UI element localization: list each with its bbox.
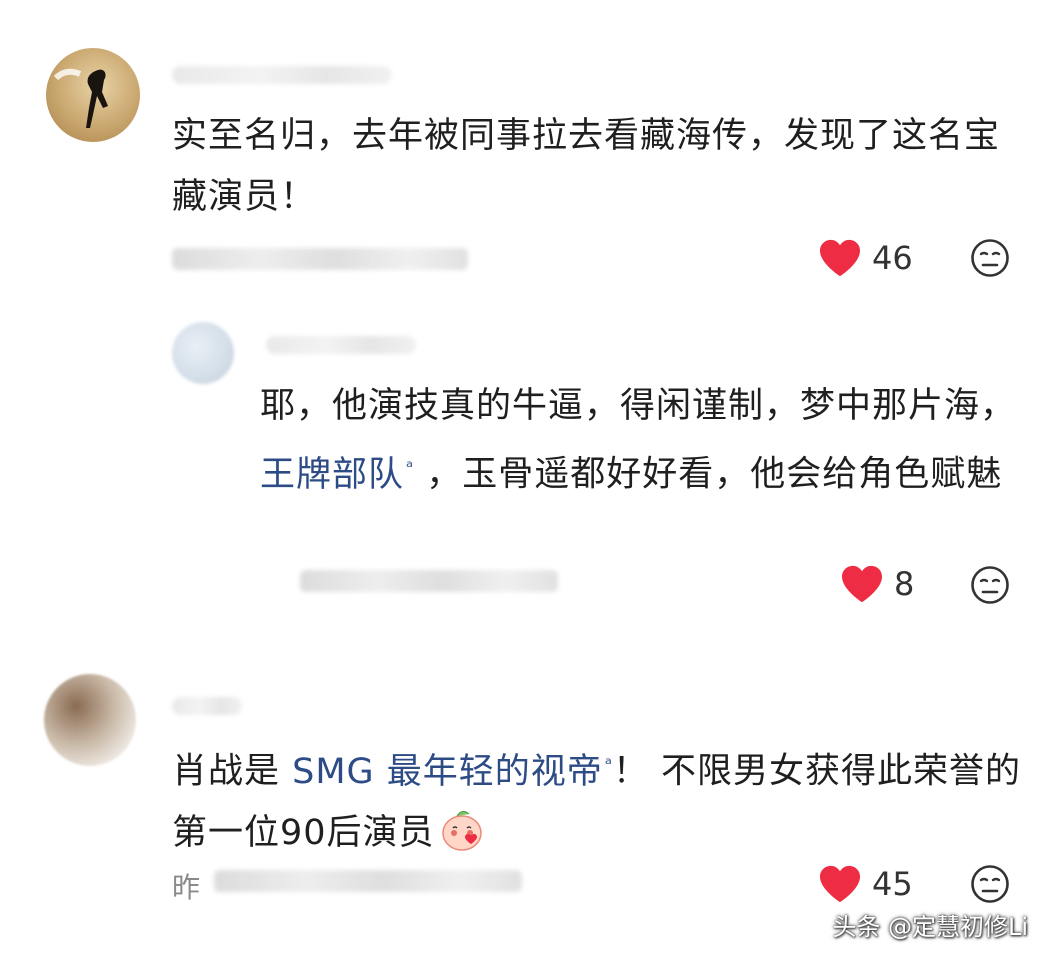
reply-text: 耶，他演技真的牛逼，得闲谨制，梦中那片海， 王牌部队 ᵃ ，玉骨遥都好好看，他会给…	[260, 376, 1030, 506]
neutral-face-icon[interactable]	[970, 238, 1010, 278]
reply-text-after: ，玉骨遥都好好看，他会给角色赋魅	[426, 454, 1003, 495]
comment-text: 实至名归，去年被同事拉去看藏海传，发现了这名宝藏演员！	[172, 116, 1001, 217]
heart-icon	[842, 565, 882, 603]
reply-text-before: 耶，他演技真的牛逼，得闲谨制，梦中那片海，	[260, 386, 1017, 426]
search-link-icon: ᵃ	[604, 754, 613, 775]
search-link-icon: ᵃ	[406, 457, 415, 478]
reply-avatar[interactable]	[172, 322, 234, 384]
like-count: 46	[872, 239, 913, 277]
comment-text: 肖战是 SMG 最年轻的视帝 ᵃ！ 不限男女获得此荣誉的第一位90后演员	[172, 734, 1022, 864]
neutral-face-icon[interactable]	[970, 565, 1010, 605]
search-link-smg[interactable]: SMG 最年轻的视帝 ᵃ	[292, 752, 613, 792]
like-count: 45	[872, 865, 913, 903]
avatar[interactable]	[46, 48, 140, 142]
search-link-wangpaibudui[interactable]: 王牌部队 ᵃ	[260, 455, 414, 495]
username-blurred[interactable]	[172, 66, 392, 84]
comment-meta-blurred	[214, 870, 522, 892]
like-count: 8	[894, 565, 915, 603]
search-link-label: SMG 最年轻的视帝	[292, 751, 603, 792]
heart-icon	[820, 239, 860, 277]
search-link-label: 王牌部队	[260, 454, 405, 495]
like-button[interactable]: 46	[818, 238, 913, 278]
username-blurred[interactable]	[172, 697, 242, 715]
reply-username-blurred[interactable]	[266, 336, 416, 354]
neutral-face-icon[interactable]	[970, 864, 1010, 904]
comment-text-before: 肖战是	[172, 751, 293, 792]
reply-meta-blurred	[300, 570, 558, 592]
shy-peach-emoji	[439, 806, 485, 852]
avatar[interactable]	[44, 674, 136, 766]
comment-meta-visible: 昨	[172, 871, 201, 904]
reply-like-button[interactable]: 8	[840, 564, 914, 604]
like-button[interactable]: 45	[818, 864, 913, 904]
silhouette-figure	[53, 68, 108, 128]
watermark: 头条 @定慧初修Li	[832, 913, 1028, 941]
comment-meta-blurred	[172, 248, 468, 270]
heart-icon	[820, 865, 860, 903]
